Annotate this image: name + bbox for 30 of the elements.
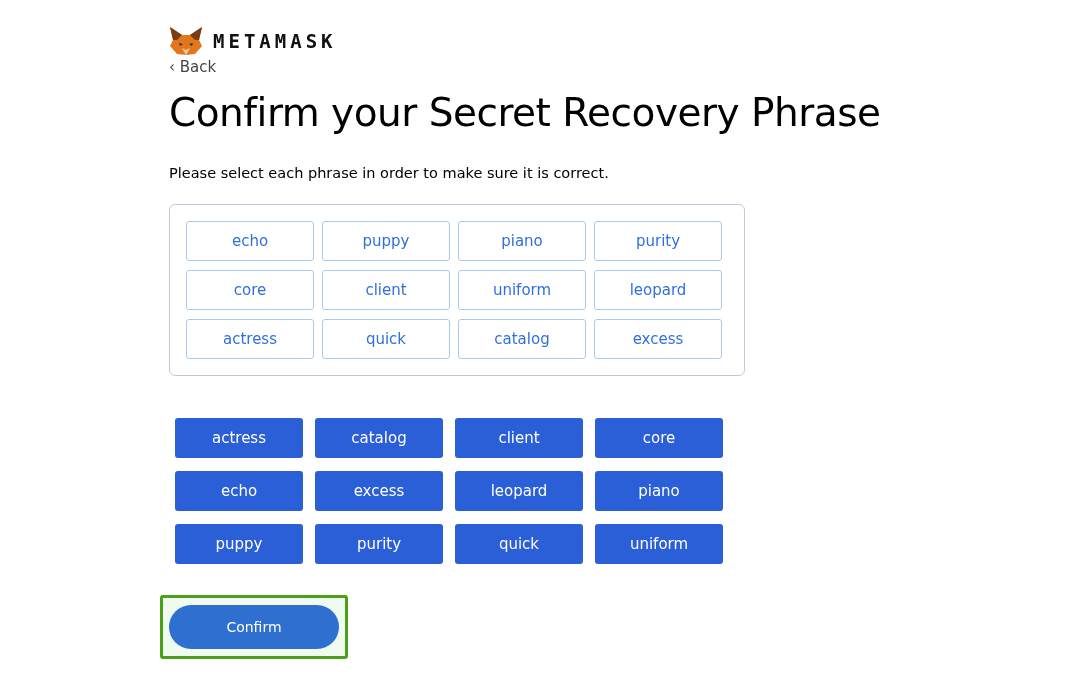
selected-word[interactable]: excess: [594, 319, 722, 359]
word-button[interactable]: catalog: [315, 418, 443, 458]
confirm-button[interactable]: Confirm: [169, 605, 339, 649]
selected-word[interactable]: leopard: [594, 270, 722, 310]
word-button[interactable]: piano: [595, 471, 723, 511]
selected-word[interactable]: piano: [458, 221, 586, 261]
selected-word[interactable]: purity: [594, 221, 722, 261]
brand-name: METAMASK: [213, 30, 337, 52]
selected-word[interactable]: uniform: [458, 270, 586, 310]
fox-logo-icon: [169, 26, 203, 56]
word-button[interactable]: core: [595, 418, 723, 458]
word-button[interactable]: quick: [455, 524, 583, 564]
word-button[interactable]: purity: [315, 524, 443, 564]
selected-word[interactable]: actress: [186, 319, 314, 359]
word-button[interactable]: echo: [175, 471, 303, 511]
instruction-text: Please select each phrase in order to make sure it is correct.: [169, 165, 610, 181]
page-title: Confirm your Secret Recovery Phrase: [169, 90, 882, 135]
word-button[interactable]: excess: [315, 471, 443, 511]
word-button[interactable]: uniform: [595, 524, 723, 564]
selected-word[interactable]: client: [322, 270, 450, 310]
word-button[interactable]: actress: [175, 418, 303, 458]
word-button[interactable]: client: [455, 418, 583, 458]
back-link[interactable]: ‹ Back: [169, 58, 889, 76]
selected-word[interactable]: core: [186, 270, 314, 310]
word-button[interactable]: puppy: [175, 524, 303, 564]
selected-word[interactable]: quick: [322, 319, 450, 359]
selected-word[interactable]: catalog: [458, 319, 586, 359]
selected-word[interactable]: puppy: [322, 221, 450, 261]
word-button[interactable]: leopard: [455, 471, 583, 511]
selected-word[interactable]: echo: [186, 221, 314, 261]
